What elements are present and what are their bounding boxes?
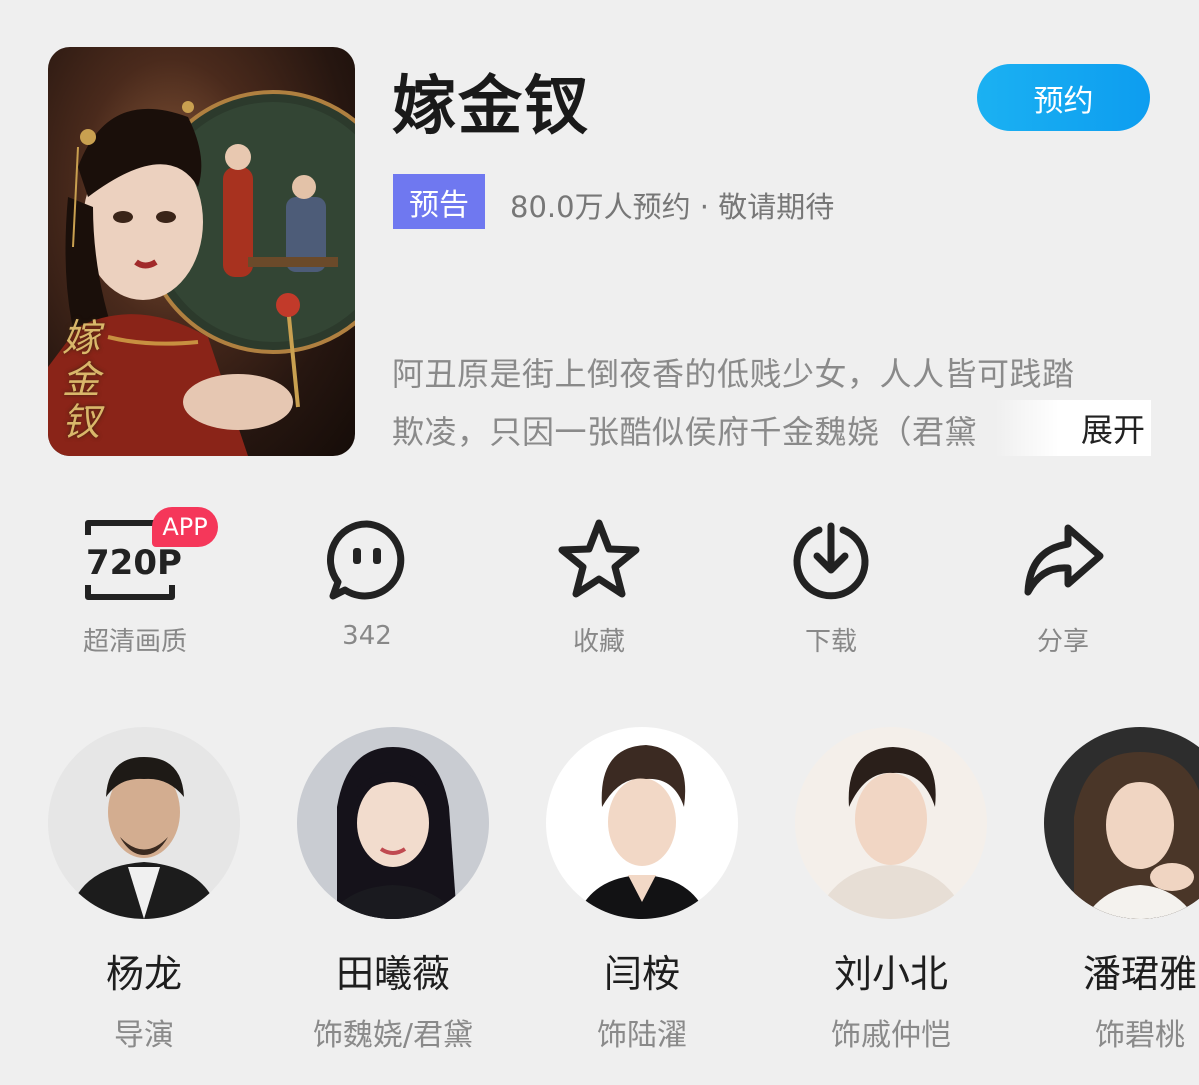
cast-member[interactable]: 田曦薇 饰魏娆/君黛 <box>268 727 518 1054</box>
action-share[interactable]: 分享 <box>973 515 1153 658</box>
drama-title: 嫁金钗 <box>392 70 590 144</box>
cast-role: 饰陆濯 <box>597 1018 687 1053</box>
description-fade <box>995 400 1075 456</box>
avatar <box>48 727 240 919</box>
description-line-2: 欺凌，只因一张酷似侯府千金魏娆（君黛 <box>392 413 978 451</box>
cast-member[interactable]: 闫桉 饰陆濯 <box>517 727 767 1054</box>
comment-icon <box>327 520 405 600</box>
cast-role: 饰碧桃 <box>1095 1018 1185 1053</box>
svg-text:720P: 720P <box>86 543 182 583</box>
cast-name: 刘小北 <box>833 952 948 996</box>
comment-count: 342 <box>342 621 392 651</box>
cast-member[interactable]: 潘珺雅 饰碧桃 <box>1015 727 1199 1054</box>
description-line-1: 阿丑原是街上倒夜香的低贱少女，人人皆可践踏 <box>392 355 1075 393</box>
avatar <box>297 727 489 919</box>
action-comment[interactable]: 342 <box>277 515 457 651</box>
action-favorite[interactable]: 收藏 <box>509 515 689 658</box>
action-label: 下载 <box>804 627 857 657</box>
action-label: 超清画质 <box>82 627 187 657</box>
cast-role: 导演 <box>114 1018 174 1053</box>
avatar <box>1044 727 1199 919</box>
poster-calligraphy-title: 嫁金钗 <box>62 316 101 444</box>
action-download[interactable]: 下载 <box>741 515 921 658</box>
avatar <box>795 727 987 919</box>
app-badge: APP <box>152 507 218 547</box>
cast-name: 杨龙 <box>105 952 182 996</box>
cast-member[interactable]: 刘小北 饰戚仲恺 <box>766 727 1016 1054</box>
star-icon <box>558 519 640 598</box>
cast-role: 饰魏娆/君黛 <box>312 1018 474 1053</box>
action-label: 收藏 <box>572 627 625 657</box>
action-label: 分享 <box>1036 627 1089 657</box>
action-quality[interactable]: 720P APP 超清画质 <box>45 507 225 658</box>
cast-name: 闫桉 <box>603 952 680 996</box>
download-icon <box>793 522 869 600</box>
reservation-meta: 80.0万人预约 · 敬请期待 <box>510 190 835 224</box>
cast-name: 田曦薇 <box>335 952 450 996</box>
drama-detail-page: 嫁金钗 嫁金钗 预约 预告 80.0万人预约 · 敬请期待 阿丑原是街上倒夜香的… <box>0 0 1199 1085</box>
cast-member[interactable]: 杨龙 导演 <box>19 727 269 1054</box>
reserve-button[interactable]: 预约 <box>977 64 1150 131</box>
cast-role: 饰戚仲恺 <box>831 1018 951 1053</box>
trailer-tag: 预告 <box>393 174 485 229</box>
expand-description-button[interactable]: 展开 <box>1075 400 1151 456</box>
avatar <box>546 727 738 919</box>
poster-image[interactable]: 嫁金钗 <box>48 47 355 456</box>
share-icon <box>1024 524 1104 596</box>
cast-name: 潘珺雅 <box>1082 952 1197 996</box>
